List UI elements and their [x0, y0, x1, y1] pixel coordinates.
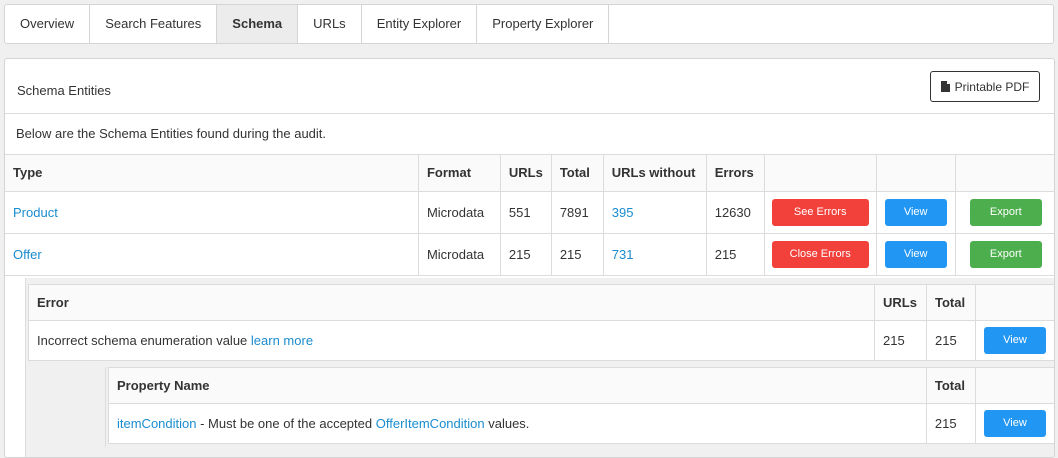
col-total: Total — [926, 284, 976, 321]
urls-without-link[interactable]: 731 — [612, 247, 634, 262]
tab-overview[interactable]: Overview — [5, 5, 91, 43]
col-total: Total — [551, 155, 604, 192]
table-row: itemCondition - Must be one of the accep… — [108, 403, 1054, 444]
total-cell: 7891 — [551, 191, 604, 234]
panel-title: Schema Entities — [17, 83, 111, 98]
view-button[interactable]: View — [983, 327, 1046, 354]
tab-bar: Overview Search Features Schema URLs Ent… — [4, 4, 1054, 44]
col-view — [975, 367, 1054, 404]
entities-table: Type Format URLs Total URLs without Erro… — [5, 155, 1054, 276]
urls-cell: 551 — [500, 191, 552, 234]
printable-pdf-label: Printable PDF — [954, 79, 1030, 94]
urls-cell: 215 — [874, 320, 927, 361]
close-errors-button[interactable]: Close Errors — [771, 240, 869, 268]
urls-without-link[interactable]: 395 — [612, 205, 634, 220]
property-desc: - Must be one of the accepted — [196, 416, 376, 431]
tab-urls[interactable]: URLs — [298, 5, 362, 43]
property-cell: itemCondition - Must be one of the accep… — [108, 403, 927, 444]
property-desc-tail: values. — [484, 416, 530, 431]
panel-header: Schema Entities Printable PDF — [5, 59, 1054, 114]
col-property-name: Property Name — [108, 367, 927, 404]
table-row: Incorrect schema enumeration value learn… — [28, 320, 1054, 361]
col-errors: Errors — [706, 155, 765, 192]
error-text: Incorrect schema enumeration value — [37, 333, 248, 348]
format-cell: Microdata — [418, 191, 501, 234]
col-urls-without: URLs without — [603, 155, 707, 192]
errors-cell: 12630 — [706, 191, 765, 234]
table-header: Type Format URLs Total URLs without Erro… — [5, 155, 1054, 192]
urls-cell: 215 — [500, 233, 552, 276]
total-cell: 215 — [926, 403, 976, 444]
table-row: Product Microdata 551 7891 395 12630 See… — [5, 191, 1054, 234]
format-cell: Microdata — [418, 233, 501, 276]
property-subpanel: Property Name Total itemCondition - Must… — [105, 367, 1054, 447]
view-button[interactable]: View — [884, 198, 947, 226]
errors-table: Error URLs Total Incorrect schema enumer… — [28, 284, 1054, 361]
learn-more-link[interactable]: learn more — [251, 333, 313, 348]
total-cell: 215 — [926, 320, 976, 361]
printable-pdf-button[interactable]: Printable PDF — [930, 71, 1040, 102]
view-button[interactable]: View — [884, 240, 947, 268]
col-error: Error — [28, 284, 875, 321]
col-export — [955, 155, 1054, 192]
col-view — [876, 155, 956, 192]
view-button[interactable]: View — [983, 410, 1046, 437]
errors-cell: 215 — [706, 233, 765, 276]
export-button[interactable]: Export — [969, 198, 1042, 226]
col-type: Type — [5, 155, 419, 192]
file-icon — [940, 81, 950, 92]
col-actions — [764, 155, 877, 192]
property-link[interactable]: itemCondition — [117, 416, 197, 431]
intro-text: Below are the Schema Entities found duri… — [5, 114, 1054, 155]
col-view — [975, 284, 1054, 321]
type-link[interactable]: Offer — [13, 247, 42, 262]
schema-entities-panel: Schema Entities Printable PDF Below are … — [4, 58, 1055, 458]
property-table-header: Property Name Total — [108, 367, 1054, 404]
tab-schema[interactable]: Schema — [217, 5, 299, 43]
total-cell: 215 — [551, 233, 604, 276]
offer-item-condition-link[interactable]: OfferItemCondition — [376, 416, 485, 431]
export-button[interactable]: Export — [969, 240, 1042, 268]
type-link[interactable]: Product — [13, 205, 58, 220]
col-urls: URLs — [874, 284, 927, 321]
col-total: Total — [926, 367, 976, 404]
col-format: Format — [418, 155, 501, 192]
errors-table-header: Error URLs Total — [28, 284, 1054, 321]
property-table: Property Name Total itemCondition - Must… — [108, 367, 1054, 444]
error-cell: Incorrect schema enumeration value learn… — [28, 320, 875, 361]
tab-entity-explorer[interactable]: Entity Explorer — [362, 5, 478, 43]
see-errors-button[interactable]: See Errors — [771, 198, 869, 226]
col-urls: URLs — [500, 155, 552, 192]
tab-property-explorer[interactable]: Property Explorer — [477, 5, 610, 43]
tab-search-features[interactable]: Search Features — [90, 5, 218, 43]
table-row: Offer Microdata 215 215 731 215 Close Er… — [5, 233, 1054, 276]
